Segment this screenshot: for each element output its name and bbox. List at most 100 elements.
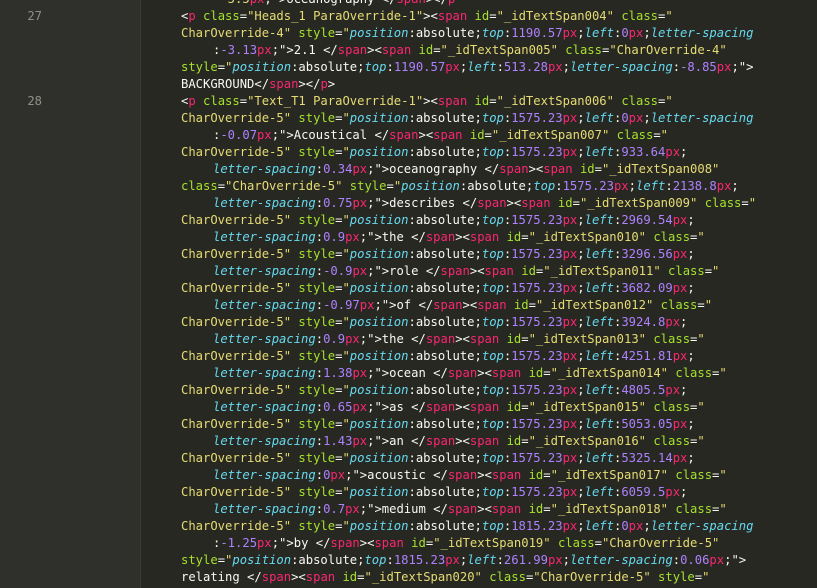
code-token: ><: [423, 94, 438, 108]
code-token: 0.9: [323, 230, 346, 244]
code-line[interactable]: CharOverride-5" style="position:absolute…: [181, 382, 687, 399]
code-token: ": [704, 298, 713, 312]
code-token: :: [315, 162, 324, 176]
code-token: ><: [367, 43, 382, 57]
code-token: id: [411, 536, 426, 550]
code-line[interactable]: letter-spacing:0.65px;">as </span><span …: [213, 399, 705, 416]
code-token: "_idTextSpan019": [433, 536, 558, 550]
code-token: ;">the </: [359, 332, 426, 346]
code-token: span: [425, 434, 456, 448]
code-line[interactable]: letter-spacing:-0.9px;">role </span><spa…: [213, 263, 719, 280]
code-token: =: [572, 196, 580, 210]
code-token: ;: [577, 417, 585, 431]
code-token: left: [584, 451, 614, 465]
code-line[interactable]: CharOverride-5" style="position:absolute…: [181, 348, 695, 365]
code-token: letter-spacing: [569, 553, 673, 567]
code-token: px: [562, 247, 578, 261]
code-token: 1815.23: [393, 553, 446, 567]
code-token: ": [342, 145, 350, 159]
code-token: style: [298, 451, 336, 465]
code-line[interactable]: CharOverride-5" style="position:absolute…: [181, 314, 687, 331]
code-token: class: [621, 94, 659, 108]
code-token: ;">Acoustical </: [271, 128, 390, 142]
code-token: :: [672, 60, 681, 74]
code-line[interactable]: style="position:absolute;top:1815.23px;l…: [181, 552, 746, 569]
code-line[interactable]: :-0.07px;">Acoustical </span><span id="_…: [213, 127, 668, 144]
code-token: span: [491, 468, 529, 482]
code-line[interactable]: CharOverride-5" style="position:absolute…: [181, 484, 687, 501]
code-token: :: [315, 332, 324, 346]
code-token: span: [491, 502, 529, 516]
code-token: 0.75: [323, 196, 353, 210]
code-token: span: [477, 196, 507, 210]
code-token: "_idTextSpan018": [550, 502, 676, 516]
code-line[interactable]: style="position:absolute;top:1190.57px;l…: [181, 59, 753, 76]
code-token: -3.13: [220, 43, 258, 57]
code-token: class: [203, 9, 240, 23]
code-token: :absolute;: [408, 111, 482, 125]
code-token: top: [481, 349, 504, 363]
code-line[interactable]: letter-spacing:0.75px;">describes </span…: [213, 195, 756, 212]
code-token: ": [665, 9, 673, 23]
code-token: letter-spacing: [213, 468, 316, 482]
code-token: ;: [577, 485, 585, 499]
code-line[interactable]: letter-spacing:-0.97px;">of </span><span…: [213, 297, 712, 314]
code-token: left: [584, 417, 614, 431]
code-line[interactable]: class="CharOverride-5" style="position:a…: [181, 178, 739, 195]
code-line[interactable]: <p class="Heads_1 ParaOverride-1"><span …: [181, 8, 673, 25]
code-line[interactable]: :-1.25px;">by </span><span id="_idTextSp…: [213, 535, 719, 552]
code-line[interactable]: CharOverride-5" style="position:absolute…: [181, 212, 695, 229]
code-token: ;: [577, 315, 585, 329]
code-line[interactable]: CharOverride-5" style="position:absolute…: [181, 110, 753, 127]
code-line[interactable]: letter-spacing:1.38px;">ocean </span><sp…: [213, 365, 727, 382]
code-token: ><: [455, 230, 470, 244]
code-line[interactable]: 5.5px;">oceanography </span></p: [213, 0, 456, 8]
code-line[interactable]: BACKGROUND</span></p>: [181, 76, 335, 93]
code-line[interactable]: relating </span><span id="_idTextSpan020…: [181, 569, 709, 586]
code-line[interactable]: CharOverride-5" style="position:absolute…: [181, 450, 695, 467]
code-token: style: [298, 349, 336, 363]
code-line[interactable]: letter-spacing:1.43px;">an </span><span …: [213, 433, 705, 450]
code-token: 0.7: [323, 502, 346, 516]
code-line[interactable]: letter-spacing:0.7px;">medium </span><sp…: [213, 501, 727, 518]
code-line[interactable]: CharOverride-5" style="position:absolute…: [181, 416, 695, 433]
code-token: position: [349, 111, 409, 125]
code-token: CharOverride-5": [181, 111, 299, 125]
code-line[interactable]: CharOverride-5" style="position:absolute…: [181, 518, 753, 535]
code-token: ><: [455, 400, 470, 414]
code-line[interactable]: CharOverride-5" style="position:absolute…: [181, 246, 695, 263]
code-line[interactable]: CharOverride-5" style="position:absolute…: [181, 144, 687, 161]
code-token: "CharOverride-5": [225, 179, 350, 193]
code-token: px: [628, 111, 644, 125]
code-token: "_idTextSpan006": [496, 94, 622, 108]
code-line[interactable]: CharOverride-4" style="position:absolute…: [181, 25, 753, 42]
code-token: ": [342, 247, 350, 261]
code-line[interactable]: CharOverride-5" style="position:absolute…: [181, 280, 695, 297]
code-token: class: [660, 298, 698, 312]
code-line[interactable]: letter-spacing:0.9px;">the </span><span …: [213, 229, 705, 246]
code-token: =: [594, 536, 602, 550]
code-editor[interactable]: 2728 5.5px;">oceanography </span></p<p c…: [0, 0, 817, 588]
code-token: 5.5: [213, 0, 250, 6]
code-token: ><: [462, 298, 478, 312]
code-token: "_idTextSpan016": [528, 434, 654, 448]
code-token: =: [543, 366, 551, 380]
code-line[interactable]: letter-spacing:0.9px;">the </span><span …: [213, 331, 705, 348]
code-token: span: [381, 43, 419, 57]
code-token: top: [481, 383, 504, 397]
code-token: ;: [577, 383, 585, 397]
code-token: px: [665, 145, 681, 159]
code-line[interactable]: <p class="Text_T1 ParaOverride-1"><span …: [181, 93, 673, 110]
code-line[interactable]: letter-spacing:0.34px;">oceanography </s…: [213, 161, 719, 178]
code-token: ": [697, 400, 705, 414]
code-token: letter-spacing: [569, 60, 673, 74]
code-token: top: [481, 247, 504, 261]
code-line[interactable]: :-3.13px;">2.1 </span><span id="_idTextS…: [213, 42, 727, 59]
code-line[interactable]: letter-spacing:0px;">acoustic </span><sp…: [213, 467, 727, 484]
code-token: top: [481, 417, 504, 431]
code-token: top: [481, 26, 504, 40]
code-token: px: [345, 332, 360, 346]
code-token: ": [748, 196, 757, 210]
code-token: px: [257, 536, 272, 550]
code-token: span: [305, 570, 343, 584]
